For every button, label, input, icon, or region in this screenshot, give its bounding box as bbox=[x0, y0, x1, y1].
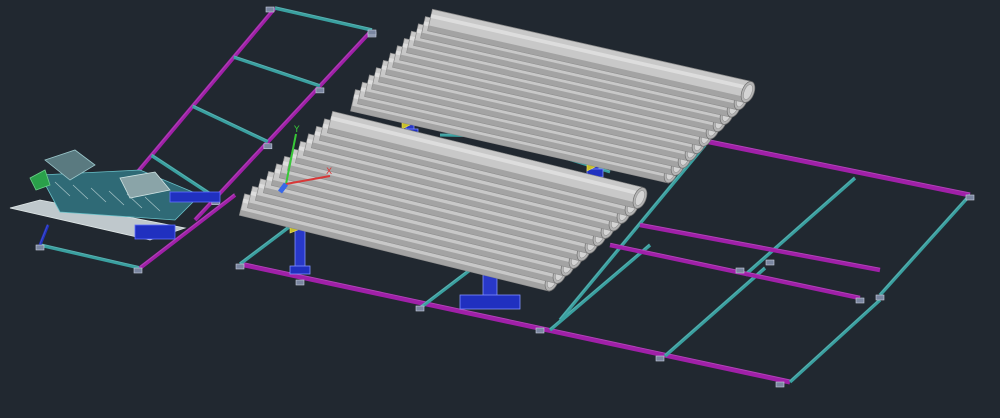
left-frame-foot-b bbox=[133, 267, 143, 274]
diag-bar-mid-edge bbox=[744, 176, 856, 275]
left-frame-rail-outer bbox=[133, 6, 277, 177]
left-frame-foot-1 bbox=[315, 87, 325, 94]
cad-model-viewport[interactable]: Y X bbox=[0, 0, 1000, 418]
crossbar-3-edge bbox=[664, 266, 766, 356]
left-frame-bottom-crossbar-edge bbox=[39, 243, 141, 268]
machine-outfeed-block bbox=[169, 191, 221, 203]
left-frame-crossbar-2-edge bbox=[192, 104, 269, 141]
left-frame-rail-outer-edge bbox=[134, 6, 276, 174]
right-end-bar bbox=[878, 193, 972, 297]
support-left-post bbox=[294, 226, 306, 273]
back-rail bbox=[699, 137, 971, 198]
left-frame-crossbar-2 bbox=[191, 104, 269, 144]
storage-frame-foot-8 bbox=[855, 297, 865, 304]
crossbar-4 bbox=[788, 298, 882, 384]
left-frame-foot-top-r bbox=[367, 29, 377, 36]
storage-frame-foot-4 bbox=[655, 355, 665, 362]
crossbar-3 bbox=[663, 266, 767, 358]
support-left-base bbox=[289, 265, 311, 275]
storage-frame-foot-5 bbox=[775, 381, 785, 388]
storage-frame-foot-0 bbox=[235, 263, 245, 270]
ucs-y-label: Y bbox=[293, 125, 300, 135]
storage-frame-foot-7 bbox=[875, 294, 885, 301]
machine-base-block bbox=[134, 224, 176, 240]
left-frame-post-edge bbox=[39, 223, 49, 245]
left-frame-crossbar-0-edge bbox=[274, 6, 373, 30]
ucs-x-label: X bbox=[326, 167, 332, 177]
mid-rail-b-edge bbox=[609, 242, 861, 297]
storage-frame-foot-2 bbox=[415, 305, 425, 312]
storage-frame-foot-10 bbox=[735, 267, 745, 274]
right-end-bar-edge bbox=[879, 193, 971, 295]
support-center-platform bbox=[459, 294, 521, 310]
left-frame-foot-2 bbox=[263, 143, 273, 150]
storage-frame-foot-1 bbox=[295, 279, 305, 286]
storage-frame-foot-3 bbox=[535, 327, 545, 334]
left-frame-crossbar-0 bbox=[274, 6, 373, 32]
back-rail-edge bbox=[699, 137, 971, 194]
storage-frame-foot-6 bbox=[965, 194, 975, 201]
crossbar-4-edge bbox=[789, 298, 881, 382]
left-frame-foot-top bbox=[265, 6, 275, 13]
left-frame-bottom-crossbar bbox=[39, 243, 141, 270]
left-frame-crossbar-1 bbox=[233, 55, 321, 88]
cad-3d-scene[interactable]: Y X bbox=[0, 0, 1000, 418]
left-frame-foot-a bbox=[35, 244, 45, 251]
left-frame-crossbar-1-edge bbox=[233, 55, 321, 86]
pipe-cutting-machine bbox=[9, 149, 221, 241]
mid-rail-b bbox=[609, 242, 861, 301]
storage-frame-foot-9 bbox=[765, 259, 775, 266]
